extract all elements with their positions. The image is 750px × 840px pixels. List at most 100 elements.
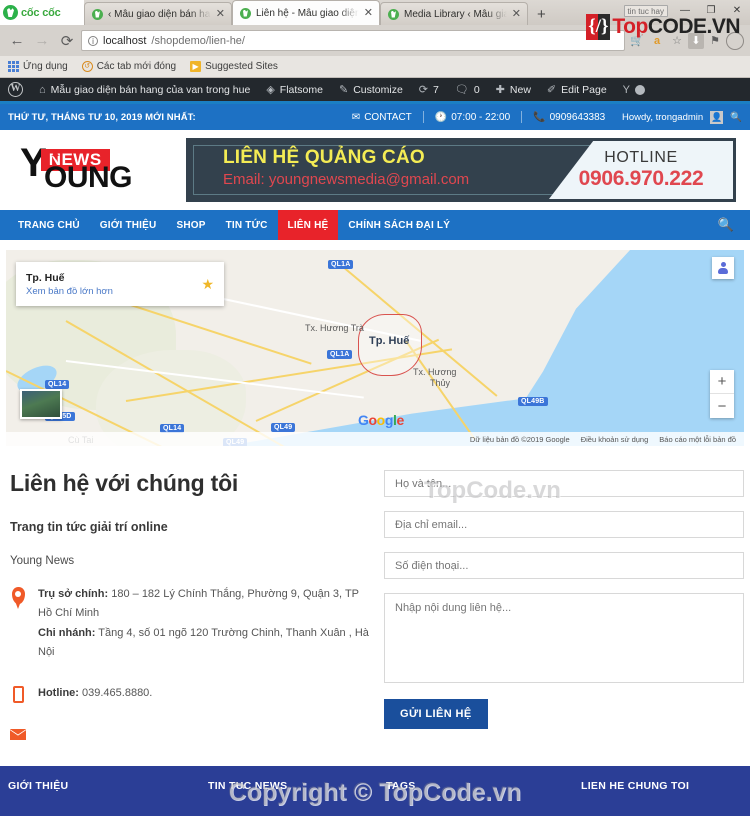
map-zoom-controls: + − bbox=[710, 370, 734, 418]
contact-org-name: Young News bbox=[10, 555, 75, 567]
topbar-contact-label: CONTACT bbox=[364, 111, 412, 123]
email-input[interactable] bbox=[384, 511, 744, 538]
minimize-icon[interactable]: — bbox=[672, 1, 698, 20]
address-branch-label: Chi nhánh: bbox=[38, 626, 96, 639]
browser-tab-1[interactable]: ‹ Mẫu giao diện bán hang ✕ bbox=[84, 2, 232, 25]
cart-icon[interactable]: 🛒 bbox=[628, 32, 646, 50]
bookmark-suggested-sites[interactable]: ▶ Suggested Sites bbox=[190, 61, 278, 72]
google-o2: o bbox=[376, 412, 386, 428]
nav-item-lien-he[interactable]: LIÊN HỆ bbox=[277, 210, 339, 240]
contact-form: GỬI LIÊN HỆ bbox=[384, 470, 744, 740]
tab-close-icon[interactable]: ✕ bbox=[216, 8, 225, 20]
footer-column-lien-he[interactable]: LIEN HE CHUNG TOI bbox=[581, 780, 689, 816]
message-textarea[interactable] bbox=[384, 593, 744, 683]
browser-chrome: cốc cốc ‹ Mẫu giao diện bán hang ✕ Liên … bbox=[0, 0, 750, 78]
map-card-link[interactable]: Xem bản đồ lớn hơn bbox=[26, 286, 201, 297]
wp-yoast-item[interactable]: Y bbox=[615, 77, 653, 103]
site-logo[interactable]: ✦ Y NEWS OUNG bbox=[6, 143, 176, 194]
browser-tab-3[interactable]: Media Library ‹ Mẫu giao ✕ bbox=[380, 2, 528, 25]
wp-edit-page-item[interactable]: ✐ Edit Page bbox=[539, 77, 615, 103]
footer-column-tags[interactable]: TAGS bbox=[386, 780, 581, 816]
close-icon[interactable]: ✕ bbox=[724, 1, 750, 20]
wordpress-admin-bar: W ⌂ Mẫu giao diện bán hang của van trong… bbox=[0, 78, 750, 104]
topbar-phone[interactable]: 📞 0909643383 bbox=[522, 112, 616, 123]
banner-left: LIÊN HỆ QUẢNG CÁO Email: youngnewsmedia@… bbox=[189, 141, 549, 199]
banner-title: LIÊN HỆ QUẢNG CÁO bbox=[223, 147, 425, 168]
map-attribution: Dữ liệu bản đồ ©2019 Google Điều khoản s… bbox=[6, 432, 744, 446]
url-host: localhost bbox=[103, 34, 147, 47]
advertising-banner[interactable]: LIÊN HỆ QUẢNG CÁO Email: youngnewsmedia@… bbox=[186, 138, 736, 202]
contact-address-row: Trụ sở chính: 180 – 182 Lý Chính Thắng, … bbox=[10, 585, 374, 662]
map-satellite-thumbnail[interactable] bbox=[20, 389, 62, 419]
pegman-figure bbox=[717, 262, 729, 274]
reload-icon[interactable]: ⟳ bbox=[56, 30, 78, 52]
zoom-in-button[interactable]: + bbox=[710, 370, 734, 394]
phone-input[interactable] bbox=[384, 552, 744, 579]
nav-item-shop[interactable]: SHOP bbox=[166, 210, 215, 240]
tab-favicon-icon bbox=[388, 8, 399, 20]
contact-subtitle: Trang tin tức giải trí online bbox=[10, 520, 168, 534]
download-icon[interactable]: ⬇ bbox=[688, 32, 704, 49]
nav-item-chinh-sach-dai-ly[interactable]: CHÍNH SÁCH ĐẠI LÝ bbox=[338, 210, 460, 240]
wp-site-name-item[interactable]: ⌂ Mẫu giao diện bán hang của van trong h… bbox=[31, 77, 258, 103]
topbar-contact-link[interactable]: ✉ CONTACT bbox=[341, 112, 423, 123]
tab-close-icon[interactable]: ✕ bbox=[512, 8, 521, 20]
wp-comments-item[interactable]: 🗨 0 bbox=[447, 77, 488, 103]
forward-icon[interactable]: → bbox=[31, 30, 53, 52]
apps-grid-icon bbox=[8, 61, 19, 72]
maximize-icon[interactable]: ❐ bbox=[698, 1, 724, 20]
star-icon[interactable]: ☆ bbox=[668, 32, 686, 50]
map-attr-report[interactable]: Báo cáo một lỗi bản đồ bbox=[659, 435, 736, 444]
map-info-card[interactable]: Tp. Huế Xem bản đồ lớn hơn ★ bbox=[16, 262, 224, 306]
new-tab-button[interactable]: + bbox=[528, 7, 555, 25]
search-icon[interactable]: 🔍 bbox=[730, 112, 742, 123]
wp-site-name: Mẫu giao diện bán hang của van trong hue bbox=[50, 83, 251, 96]
zoom-out-button[interactable]: − bbox=[710, 394, 734, 418]
wp-customize-item[interactable]: ✎ Customize bbox=[331, 77, 411, 103]
bookmark-apps[interactable]: Ứng dụng bbox=[8, 61, 68, 72]
pegman-icon[interactable] bbox=[712, 257, 734, 279]
wp-theme-item[interactable]: ◈ Flatsome bbox=[258, 77, 331, 103]
tab-close-icon[interactable]: ✕ bbox=[364, 7, 373, 19]
wp-updates-count: 7 bbox=[433, 83, 439, 96]
yoast-icon: Y bbox=[622, 83, 631, 96]
address-bar[interactable]: i localhost/shopdemo/lien-he/ bbox=[81, 30, 625, 51]
topbar-hours-label: 07:00 - 22:00 bbox=[451, 111, 511, 123]
map-label-thuy: Thủy bbox=[430, 378, 451, 388]
suggested-sites-icon: ▶ bbox=[190, 61, 202, 72]
bookmark-label: Ứng dụng bbox=[23, 61, 68, 72]
wp-logo-item[interactable]: W bbox=[0, 77, 31, 103]
nav-item-gioi-thieu[interactable]: GIỚI THIỆU bbox=[90, 210, 167, 240]
footer-column-tin-tuc[interactable]: TIN TUC NEWS bbox=[208, 780, 386, 816]
flag-icon[interactable]: ⚑ bbox=[706, 32, 724, 50]
nav-search-icon[interactable]: 🔍 bbox=[718, 210, 742, 240]
footer-column-gioi-thieu[interactable]: GIỚI THIỆU bbox=[8, 780, 208, 816]
google-map[interactable]: Tx. Hương Trà Tp. Huế Tx. Hương Thủy Cù … bbox=[6, 250, 744, 446]
nav-item-tin-tuc[interactable]: TIN TỨC bbox=[216, 210, 278, 240]
browser-tabstrip: cốc cốc ‹ Mẫu giao diện bán hang ✕ Liên … bbox=[0, 0, 750, 25]
tab-title: Media Library ‹ Mẫu giao bbox=[404, 8, 507, 20]
envelope-icon bbox=[10, 727, 26, 741]
submit-button[interactable]: GỬI LIÊN HỆ bbox=[384, 699, 488, 729]
topbar-info-group: ✉ CONTACT 🕐 07:00 - 22:00 📞 0909643383 bbox=[341, 111, 616, 123]
contact-section: TopCode.vn Liên hệ với chúng tôi Trang t… bbox=[0, 446, 750, 741]
topbar-howdy[interactable]: Howdy, trongadmin bbox=[622, 112, 703, 123]
amazon-icon[interactable]: a bbox=[648, 32, 666, 50]
wp-updates-item[interactable]: ⟳ 7 bbox=[411, 77, 447, 103]
wp-new-label: New bbox=[509, 83, 531, 96]
site-info-icon[interactable]: i bbox=[88, 35, 98, 46]
wp-new-item[interactable]: ✚ New bbox=[488, 77, 539, 103]
bookmark-label: Các tab mới đóng bbox=[96, 61, 177, 72]
star-icon[interactable]: ★ bbox=[201, 276, 214, 293]
profile-icon[interactable] bbox=[726, 31, 744, 50]
back-icon[interactable]: ← bbox=[6, 30, 28, 52]
name-input[interactable] bbox=[384, 470, 744, 497]
nav-item-trang-chu[interactable]: TRANG CHỦ bbox=[8, 210, 90, 240]
bookmark-recent-tabs[interactable]: ↺ Các tab mới đóng bbox=[81, 61, 177, 72]
site-footer: GIỚI THIỆU TIN TUC NEWS TAGS LIEN HE CHU… bbox=[0, 766, 750, 817]
updates-icon: ⟳ bbox=[418, 84, 429, 96]
browser-tab-2[interactable]: Liên hệ - Mẫu giao diện b ✕ bbox=[232, 0, 380, 25]
hotline-label: Hotline: bbox=[38, 687, 79, 699]
map-attr-terms[interactable]: Điều khoản sử dụng bbox=[581, 435, 649, 444]
avatar[interactable]: 👤 bbox=[710, 110, 724, 124]
